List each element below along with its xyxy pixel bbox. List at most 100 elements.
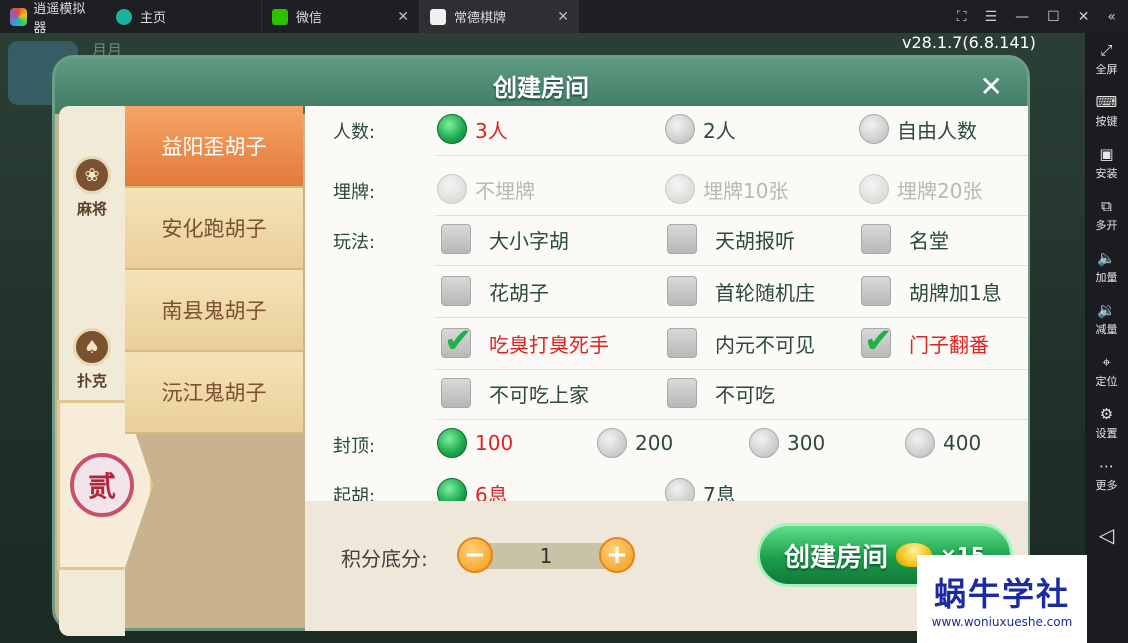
radio-bury-10[interactable]: 埋牌10张 <box>665 174 788 204</box>
sidebar-item-install[interactable]: ▣ 安装 <box>1085 137 1128 189</box>
radio-bury-20[interactable]: 埋牌20张 <box>859 174 982 204</box>
location-icon: ⌖ <box>1102 352 1111 371</box>
checkbox-icon <box>441 276 471 306</box>
sidebar-item-location[interactable]: ⌖ 定位 <box>1085 345 1128 397</box>
create-room-label: 创建房间 <box>784 542 889 573</box>
option-label: 7息 <box>703 482 736 502</box>
sidebar-item-keymap[interactable]: ⌨ 按键 <box>1085 85 1128 137</box>
game-item-nanxian[interactable]: 南县鬼胡子 <box>125 270 303 352</box>
sidebar-item-volume-up[interactable]: 🔈 加量 <box>1085 241 1128 293</box>
minimize-icon[interactable]: — <box>1015 9 1029 25</box>
volume-up-icon: 🔈 <box>1097 248 1116 267</box>
checkbox-dxzh[interactable]: 大小字胡 <box>441 224 569 254</box>
emulator-window: 逍遥模拟器 主页 微信 ✕ 常德棋牌 ✕ ⛶ ☰ — ☐ ✕ « 月月 ID:2… <box>0 0 1128 643</box>
sidebar-item-fullscreen[interactable]: ⤢ 全屏 <box>1085 33 1128 85</box>
checkbox-icon <box>861 224 891 254</box>
row-play-2: 花胡子 首轮随机庄 胡牌加1息 <box>305 268 1028 318</box>
game-item-yuanjiang[interactable]: 沅江鬼胡子 <box>125 352 303 434</box>
maximize-icon[interactable]: ☐ <box>1047 9 1060 25</box>
option-label: 首轮随机庄 <box>715 280 815 305</box>
option-label: 200 <box>635 431 674 455</box>
option-label: 名堂 <box>909 228 949 253</box>
radio-free-players[interactable]: 自由人数 <box>859 114 977 144</box>
game-item-yiyang[interactable]: 益阳歪胡子 <box>125 106 303 188</box>
collapse-sidebar-icon[interactable]: « <box>1107 9 1116 25</box>
checkbox-mingtang[interactable]: 名堂 <box>861 224 949 254</box>
row-label: 玩法: <box>333 232 376 253</box>
sidebar-item-label: 安装 <box>1095 166 1118 180</box>
radio-cap-300[interactable]: 300 <box>749 428 825 458</box>
sidebar-item-settings[interactable]: ⚙ 设置 <box>1085 397 1128 449</box>
row-start: 起胡: 6息 7息 <box>305 470 1028 501</box>
option-label: 100 <box>475 431 514 455</box>
close-tab-icon[interactable]: ✕ <box>397 9 409 25</box>
emulator-sidebar: ⤢ 全屏 ⌨ 按键 ▣ 安装 ⧉ 多开 🔈 加量 🔉 减量 ⌖ 定位 ⚙ 设置 … <box>1085 33 1128 643</box>
minus-icon[interactable]: − <box>457 537 493 573</box>
game-list: 益阳歪胡子 安化跑胡子 南县鬼胡子 沅江鬼胡子 <box>125 106 303 436</box>
app-menu[interactable]: 逍遥模拟器 <box>0 0 106 36</box>
fullscreen-window-icon[interactable]: ⛶ <box>957 9 967 25</box>
divider <box>435 265 1028 266</box>
checkbox-bkcsj[interactable]: 不可吃上家 <box>441 378 589 408</box>
wechat-icon <box>272 8 288 25</box>
plus-icon[interactable]: + <box>599 537 635 573</box>
radio-start-7[interactable]: 7息 <box>665 478 736 501</box>
back-icon: ◁ <box>1098 523 1115 547</box>
sidebar-item-more[interactable]: ⋯ 更多 <box>1085 449 1128 501</box>
apk-icon: ▣ <box>1099 144 1114 163</box>
row-label: 起胡: <box>333 486 376 501</box>
radio-2-players[interactable]: 2人 <box>665 114 736 144</box>
option-label: 300 <box>787 431 826 455</box>
option-label: 400 <box>943 431 982 455</box>
checkbox-ccdcss[interactable]: ✔ 吃臭打臭死手 <box>441 321 609 361</box>
radio-cap-400[interactable]: 400 <box>905 428 981 458</box>
checkbox-thbt[interactable]: 天胡报听 <box>667 224 795 254</box>
checkbox-nybkj[interactable]: 内元不可见 <box>667 328 815 358</box>
options-panel: 人数: 3人 2人 自由人数 埋牌: 不埋牌 埋牌10张 埋牌20张 玩法: 大… <box>305 106 1028 501</box>
category-poker[interactable]: ♠ 扑克 <box>59 328 125 391</box>
close-icon[interactable]: ✕ <box>980 70 1003 103</box>
checkbox-mzff[interactable]: ✔ 门子翻番 <box>861 321 989 361</box>
category-mahjong[interactable]: ❀ 麻将 <box>59 156 125 219</box>
checkbox-hpj1x[interactable]: 胡牌加1息 <box>861 276 1002 306</box>
fullscreen-icon: ⤢ <box>1100 40 1113 59</box>
option-label: 埋牌20张 <box>897 178 983 203</box>
menu-icon[interactable]: ☰ <box>985 9 998 25</box>
game-app-icon <box>430 8 446 25</box>
volume-down-icon: 🔉 <box>1097 300 1116 319</box>
tab-label: 微信 <box>296 11 323 26</box>
checkbox-icon <box>441 378 471 408</box>
checkbox-bkc[interactable]: 不可吃 <box>667 378 775 408</box>
checkbox-icon <box>667 328 697 358</box>
sidebar-item-volume-down[interactable]: 🔉 减量 <box>1085 293 1128 345</box>
checkbox-icon <box>667 224 697 254</box>
tab-wechat[interactable]: 微信 ✕ <box>261 0 419 33</box>
row-label: 封顶: <box>333 436 376 457</box>
game-viewport: 月月 ID:2089 v28.1.7(6.8.141) 智服 战绩 活动 分享 … <box>0 33 1085 643</box>
radio-cap-200[interactable]: 200 <box>597 428 673 458</box>
close-window-icon[interactable]: ✕ <box>1078 9 1090 25</box>
spade-icon: ♠ <box>73 328 111 366</box>
game-item-anhua[interactable]: 安化跑胡子 <box>125 188 303 270</box>
checkbox-hhz[interactable]: 花胡子 <box>441 276 549 306</box>
radio-start-6[interactable]: 6息 <box>437 478 508 501</box>
version-label: v28.1.7(6.8.141) <box>902 33 1036 52</box>
checkbox-slsjz[interactable]: 首轮随机庄 <box>667 276 815 306</box>
radio-icon <box>437 478 467 501</box>
close-tab-icon[interactable]: ✕ <box>557 9 569 25</box>
sidebar-back[interactable]: ◁ <box>1085 509 1128 561</box>
tab-home[interactable]: 主页 <box>106 0 261 33</box>
option-label: 自由人数 <box>897 118 977 143</box>
tab-game[interactable]: 常德棋牌 ✕ <box>419 0 579 33</box>
option-label: 埋牌10张 <box>703 178 789 203</box>
radio-cap-100[interactable]: 100 <box>437 428 513 458</box>
row-label: 埋牌: <box>333 182 376 203</box>
checkbox-icon <box>441 224 471 254</box>
sidebar-item-multi[interactable]: ⧉ 多开 <box>1085 189 1128 241</box>
radio-3-players[interactable]: 3人 <box>437 114 508 144</box>
checkmark-icon: ✔ <box>864 321 893 361</box>
sidebar-item-label: 减量 <box>1095 322 1118 336</box>
tab-label: 主页 <box>140 11 167 26</box>
radio-no-bury[interactable]: 不埋牌 <box>437 174 535 204</box>
radio-icon <box>665 478 695 501</box>
